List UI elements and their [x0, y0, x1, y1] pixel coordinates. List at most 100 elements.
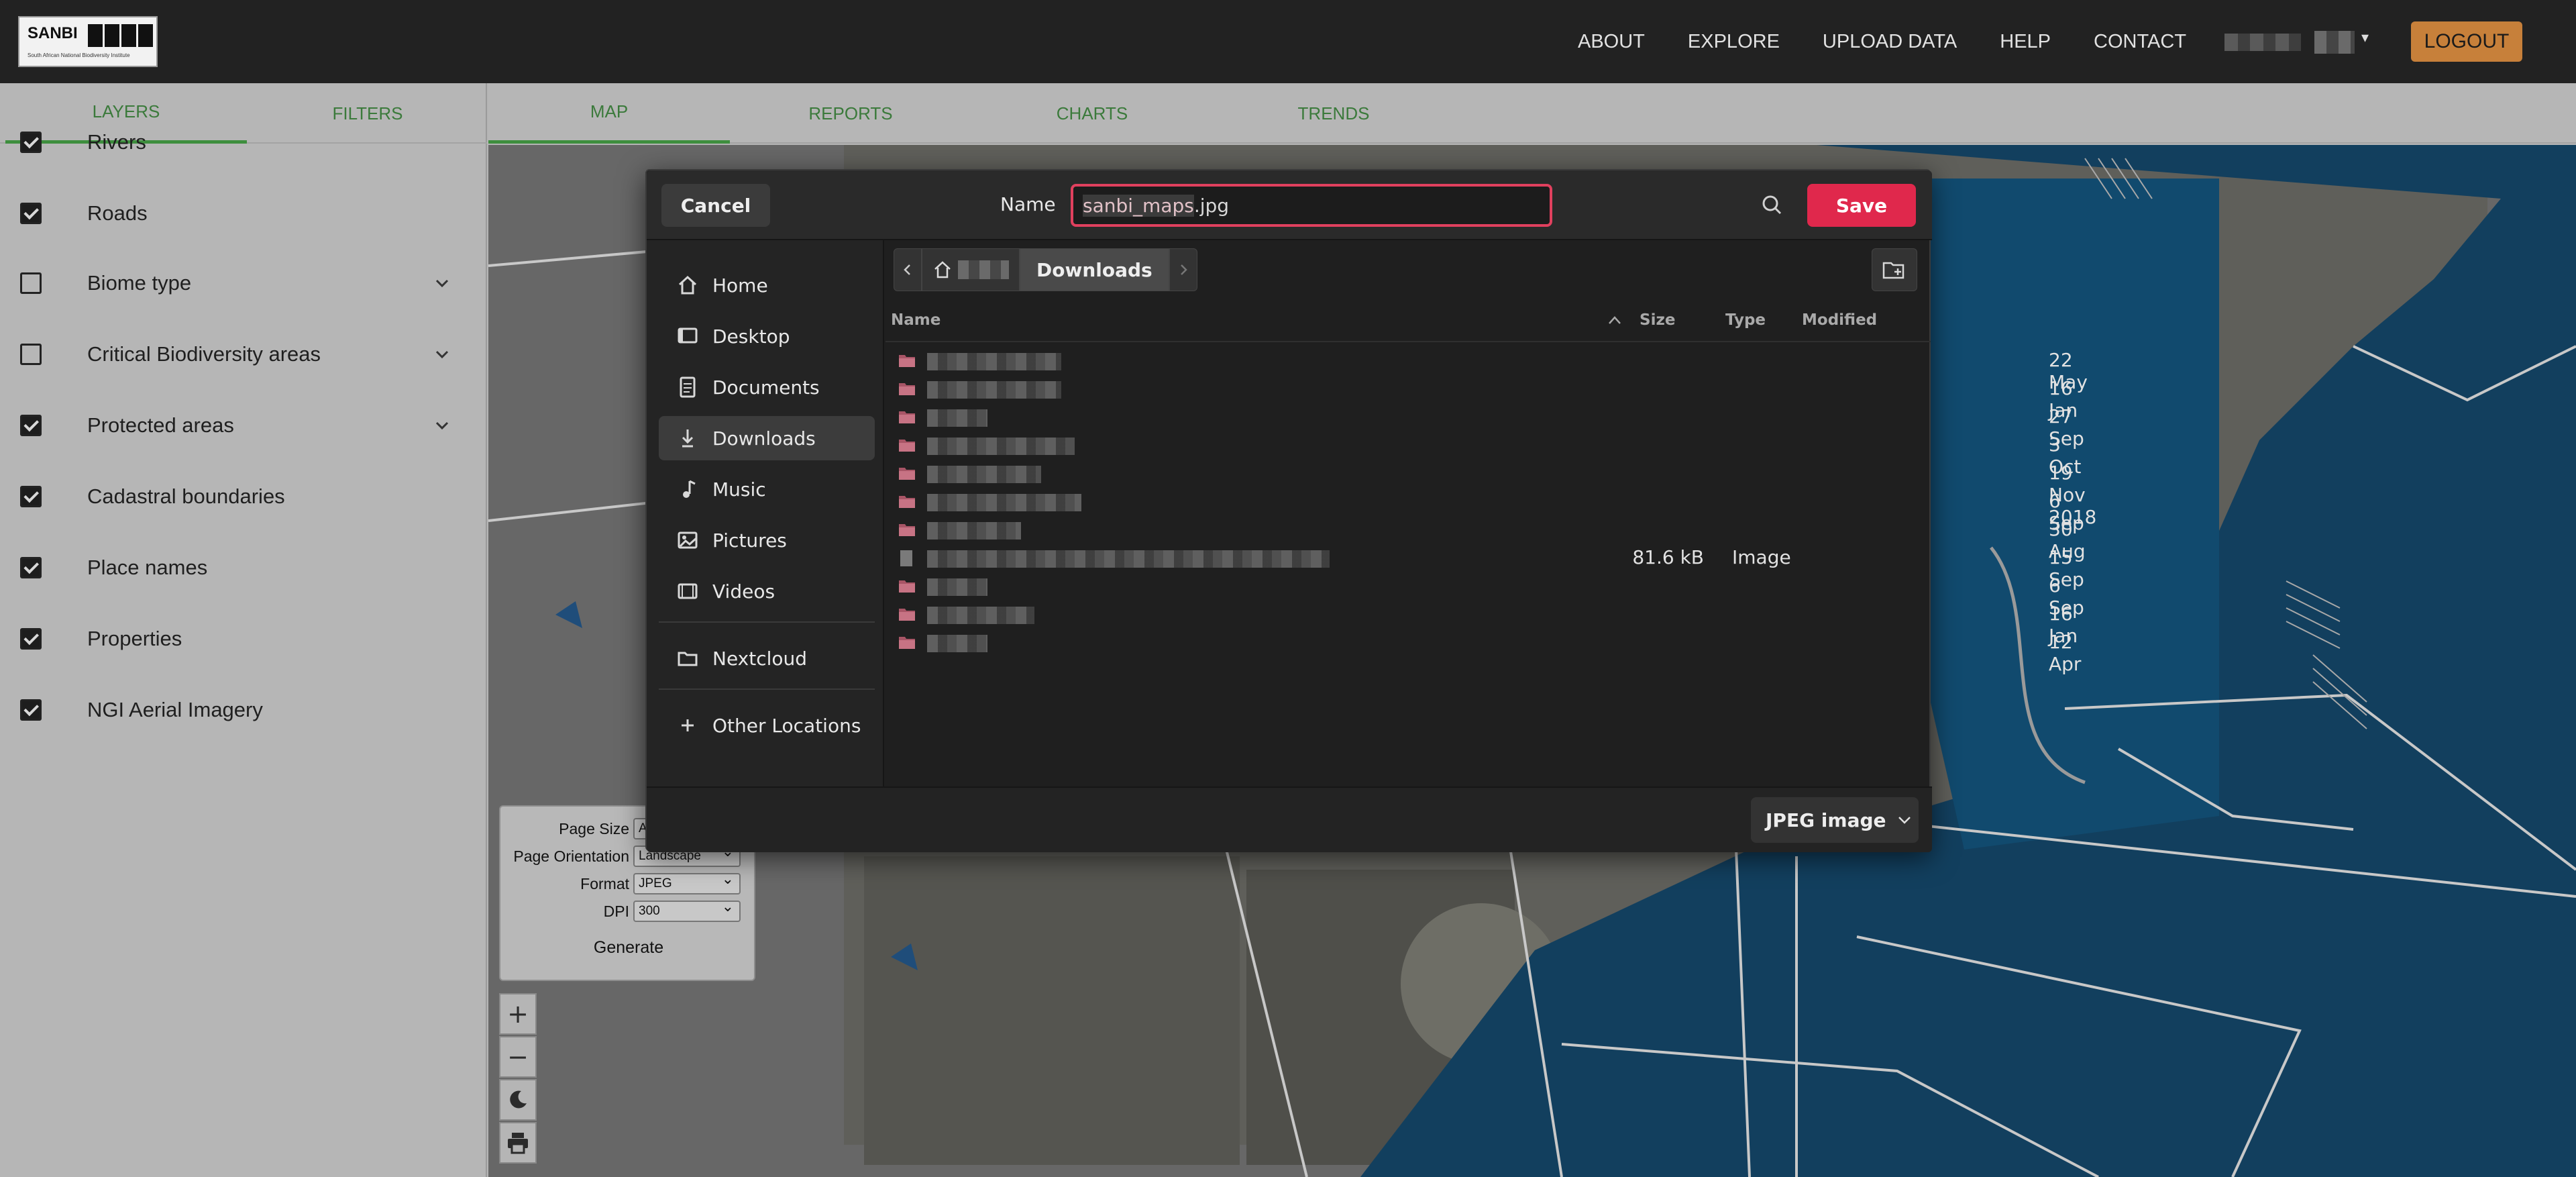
sidebar-item-documents[interactable]: Documents	[659, 365, 875, 409]
file-name-redacted	[927, 466, 1041, 483]
file-list-row[interactable]: 12 Apr	[885, 629, 2081, 675]
layer-label: Biome type	[87, 271, 192, 295]
layer-checkbox[interactable]	[20, 272, 42, 294]
nav-explore[interactable]: EXPLORE	[1688, 31, 1780, 53]
layer-checkbox[interactable]	[20, 203, 42, 224]
desktop-icon	[678, 327, 698, 344]
new-folder-button[interactable]	[1872, 248, 1917, 291]
column-header-type[interactable]: Type	[1725, 311, 1766, 329]
dark-mode-toggle[interactable]	[499, 1079, 537, 1121]
path-home-button[interactable]	[922, 248, 1020, 291]
sidebar-item-desktop[interactable]: Desktop	[659, 314, 875, 358]
file-list-row[interactable]: 16 Jan	[885, 376, 2078, 421]
nav-contact[interactable]: CONTACT	[2094, 31, 2186, 53]
nav-help[interactable]: HELP	[2000, 31, 2051, 53]
chevron-down-icon[interactable]	[433, 346, 451, 363]
main-nav: ABOUT EXPLORE UPLOAD DATA HELP CONTACT	[1578, 0, 2229, 83]
file-name-redacted	[927, 635, 987, 652]
layer-checkbox[interactable]	[20, 344, 42, 365]
layer-row[interactable]: Roads	[0, 178, 487, 249]
zoom-out-button[interactable]: −	[499, 1036, 537, 1078]
printer-icon	[508, 1133, 528, 1154]
layer-row[interactable]: Cadastral boundaries	[0, 461, 487, 532]
filename-extension: .jpg	[1193, 194, 1230, 217]
file-size: 81.6 kB	[1632, 546, 1704, 568]
cancel-button[interactable]: Cancel	[661, 184, 770, 227]
path-current-folder[interactable]: Downloads	[1020, 248, 1169, 291]
layer-checkbox[interactable]	[20, 132, 42, 153]
layer-row[interactable]: Place names	[0, 532, 487, 603]
file-list-row[interactable]: 30 Aug	[885, 517, 2086, 562]
dpi-label: DPI	[603, 903, 629, 920]
layer-checkbox[interactable]	[20, 557, 42, 578]
sidebar-item-pictures[interactable]: Pictures	[659, 518, 875, 562]
sidebar-item-downloads[interactable]: Downloads	[659, 416, 875, 460]
dpi-select[interactable]: 300	[633, 898, 741, 922]
column-header-modified[interactable]: Modified	[1802, 311, 1877, 329]
tab-charts[interactable]: CHARTS	[971, 83, 1213, 144]
chevron-down-icon[interactable]	[433, 274, 451, 292]
save-button[interactable]: Save	[1807, 184, 1916, 227]
layer-checkbox[interactable]	[20, 415, 42, 436]
tab-trends[interactable]: TRENDS	[1213, 83, 1454, 144]
format-row: Format JPEG	[500, 870, 757, 898]
page-size-label: Page Size	[559, 820, 629, 837]
file-list-row[interactable]: 6 Sep	[885, 489, 2084, 534]
logout-button[interactable]: LOGOUT	[2411, 21, 2522, 62]
column-header-size[interactable]: Size	[1640, 311, 1675, 329]
generate-button[interactable]: Generate	[500, 938, 757, 958]
file-type-filter[interactable]: JPEG image	[1751, 797, 1919, 843]
layer-row[interactable]: Critical Biodiversity areas	[0, 319, 487, 390]
format-label: Format	[580, 875, 629, 892]
file-list-row[interactable]: 22 May	[885, 348, 2088, 393]
sidebar-item-other-locations[interactable]: Other Locations	[659, 703, 875, 748]
layer-checkbox[interactable]	[20, 628, 42, 650]
sort-ascending-icon[interactable]	[1607, 314, 1622, 326]
user-menu-caret-icon[interactable]: ▾	[2361, 30, 2369, 46]
top-navbar: SANBI South African National Biodiversit…	[0, 0, 2576, 83]
file-list-row[interactable]: 6 Sep	[885, 573, 2084, 619]
search-button[interactable]	[1756, 189, 1788, 221]
file-type: Image	[1732, 546, 1791, 568]
filename-input[interactable]: sanbi_maps .jpg	[1071, 184, 1552, 227]
file-list-row[interactable]: 3 Oct	[885, 432, 2081, 478]
file-list-row[interactable]: 81.6 kB Image 15 Sep	[885, 545, 2084, 591]
print-button[interactable]	[499, 1122, 537, 1164]
column-header-divider	[885, 341, 1931, 342]
layer-row[interactable]: Rivers	[0, 107, 487, 178]
format-select[interactable]: JPEG	[633, 870, 741, 894]
nav-about[interactable]: ABOUT	[1578, 31, 1645, 53]
left-panel: LAYERS FILTERS Rivers Roads Biome type Crit…	[0, 83, 487, 1177]
sidebar-item-home[interactable]: Home	[659, 263, 875, 307]
layer-checkbox[interactable]	[20, 699, 42, 721]
nav-upload-data[interactable]: UPLOAD DATA	[1823, 31, 1957, 53]
sidebar-item-music[interactable]: Music	[659, 467, 875, 511]
file-list-row[interactable]: 16 Jan	[885, 601, 2078, 647]
sidebar-label: Desktop	[712, 325, 790, 348]
column-header-name[interactable]: Name	[891, 311, 941, 329]
tab-reports[interactable]: REPORTS	[730, 83, 971, 144]
file-type-filter-label: JPEG image	[1766, 809, 1886, 831]
file-name-redacted	[927, 381, 1061, 399]
file-list-row[interactable]: 27 Sep	[885, 404, 2084, 450]
sanbi-logo[interactable]: SANBI South African National Biodiversit…	[18, 16, 158, 67]
layer-label: Protected areas	[87, 413, 234, 437]
file-list-row[interactable]: 19 Nov 2018	[885, 460, 2096, 528]
tab-map[interactable]: MAP	[488, 83, 730, 144]
layer-row[interactable]: Biome type	[0, 248, 487, 319]
zoom-in-button[interactable]: +	[499, 993, 537, 1035]
chevron-down-icon[interactable]	[433, 417, 451, 434]
layer-label: Properties	[87, 627, 182, 650]
folder-icon	[899, 468, 915, 480]
sidebar-item-nextcloud[interactable]: Nextcloud	[659, 636, 875, 680]
folder-icon	[678, 652, 698, 666]
layer-row[interactable]: NGI Aerial Imagery	[0, 674, 487, 746]
layer-row[interactable]: Properties	[0, 603, 487, 674]
path-forward-button[interactable]	[1169, 248, 1197, 291]
user-name-redacted[interactable]	[2224, 34, 2301, 51]
layer-checkbox[interactable]	[20, 486, 42, 507]
path-back-button[interactable]	[894, 248, 922, 291]
layer-row[interactable]: Protected areas	[0, 390, 487, 461]
user-avatar-redacted[interactable]	[2314, 31, 2355, 54]
sidebar-item-videos[interactable]: Videos	[659, 569, 875, 613]
